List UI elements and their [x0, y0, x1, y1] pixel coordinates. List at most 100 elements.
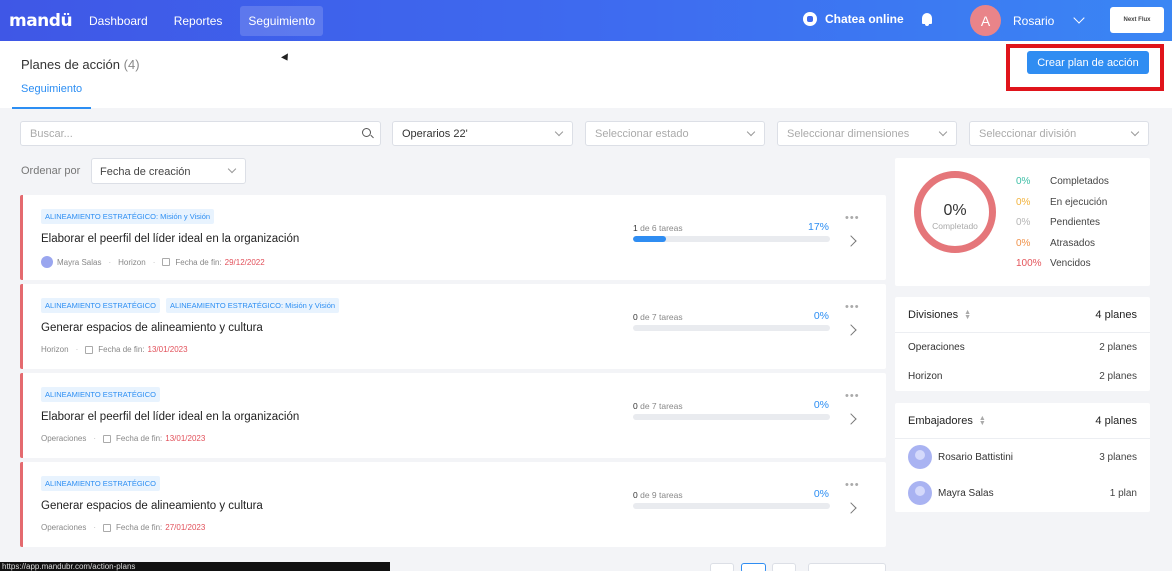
brand-logo[interactable]: mandü	[9, 11, 81, 31]
tag: ALINEAMIENTO ESTRATÉGICO	[41, 298, 160, 313]
chevron-right-icon[interactable]	[845, 324, 857, 336]
divisions-title: Divisiones	[908, 308, 959, 321]
nav-seguimiento[interactable]: Seguimiento	[240, 5, 324, 36]
completion-donut: 0% Completado	[914, 171, 996, 253]
tag: ALINEAMIENTO ESTRATÉGICO: Misión y Visió…	[41, 209, 215, 224]
user-name[interactable]: Rosario	[1013, 14, 1054, 28]
legend-row: 0% En ejecución	[1016, 197, 1109, 218]
dimension-select[interactable]: Seleccionar dimensiones	[777, 121, 957, 146]
chevron-right-icon[interactable]	[845, 235, 857, 247]
chevron-down-icon[interactable]	[1073, 12, 1085, 24]
due-label: Fecha de fin:	[98, 345, 145, 354]
tasks-done: 0	[633, 490, 638, 500]
company-logo-button[interactable]: Next Flux	[1110, 7, 1164, 33]
link-status-bar: https://app.mandubr.com/action-plans	[0, 562, 390, 571]
plan-card[interactable]: ALINEAMIENTO ESTRATÉGICO Generar espacio…	[20, 462, 886, 547]
avatar	[41, 256, 53, 268]
sort-select[interactable]: Fecha de creación	[91, 158, 246, 184]
legend-row: 0% Pendientes	[1016, 217, 1109, 238]
division-select[interactable]: Seleccionar división	[969, 121, 1149, 146]
progress-percent: 0%	[813, 310, 829, 322]
tab-seguimiento[interactable]: Seguimiento	[12, 83, 92, 109]
due-label: Fecha de fin:	[116, 434, 163, 443]
bell-icon[interactable]	[922, 13, 932, 26]
division-name: Operaciones	[908, 342, 965, 353]
user-avatar[interactable]: A	[970, 5, 1001, 36]
sort-icon[interactable]: ▲ ▼	[979, 415, 986, 427]
plan-card[interactable]: ALINEAMIENTO ESTRATÉGICO: Misión y Visió…	[20, 195, 886, 280]
plan-card[interactable]: ALINEAMIENTO ESTRATÉGICO ALINEAMIENTO ES…	[20, 284, 886, 369]
chevron-right-icon[interactable]	[845, 413, 857, 425]
page-header: Planes de acción (4) Seguimiento Crear p…	[0, 41, 1172, 109]
tag-list: ALINEAMIENTO ESTRATÉGICO	[41, 476, 160, 491]
pagination-page[interactable]	[741, 563, 766, 571]
tag-list: ALINEAMIENTO ESTRATÉGICO ALINEAMIENTO ES…	[41, 298, 340, 313]
legend-label: Pendientes	[1050, 217, 1101, 228]
legend-value: 100%	[1016, 258, 1042, 269]
ambassador-name: Mayra Salas	[938, 487, 994, 499]
due-date: 13/01/2023	[165, 434, 206, 443]
more-options-icon[interactable]: •••	[845, 212, 860, 224]
tag: ALINEAMIENTO ESTRATÉGICO: Misión y Visió…	[166, 298, 340, 313]
progress-bar	[633, 325, 830, 331]
division-select-placeholder: Seleccionar división	[979, 128, 1077, 140]
ambassador-name: Rosario Battistini	[938, 451, 1014, 463]
progress-percent: 0%	[813, 488, 829, 500]
pagination-next[interactable]	[772, 563, 796, 571]
division-count: 2 planes	[1099, 342, 1137, 353]
legend-value: 0%	[1016, 237, 1031, 249]
plan-title[interactable]: Elaborar el peerfil del líder ideal en l…	[41, 233, 299, 245]
search-placeholder: Buscar...	[30, 128, 73, 140]
state-select[interactable]: Seleccionar estado	[585, 121, 765, 146]
task-count: 0 de 7 tareas	[633, 401, 683, 411]
list-item: Rosario Battistini 3 planes	[895, 439, 1150, 475]
legend-row: 100% Vencidos	[1016, 258, 1109, 279]
nav-reportes[interactable]: Reportes	[166, 6, 231, 36]
due-date: 29/12/2022	[224, 257, 265, 267]
completion-percent: 0%	[943, 202, 967, 219]
chat-icon	[803, 12, 817, 26]
more-options-icon[interactable]: •••	[845, 301, 860, 313]
task-count: 0 de 7 tareas	[633, 312, 683, 322]
legend-value: 0%	[1016, 176, 1031, 187]
chevron-down-icon	[554, 127, 564, 137]
more-options-icon[interactable]: •••	[845, 479, 860, 491]
search-icon[interactable]	[362, 128, 371, 137]
division-count: 2 planes	[1099, 371, 1137, 382]
tasks-total: de 7 tareas	[640, 401, 683, 411]
chat-label: Chatea online	[825, 12, 904, 26]
nav-dashboard[interactable]: Dashboard	[81, 6, 156, 36]
ambassadors-total: 4 planes	[1095, 414, 1137, 427]
page-size-select[interactable]	[808, 563, 886, 571]
page-title: Planes de acción (4)	[21, 57, 140, 72]
progress-percent: 17%	[807, 221, 829, 233]
plan-count: (4)	[123, 57, 140, 72]
sort-icon[interactable]: ▲ ▼	[964, 309, 971, 321]
tag-list: ALINEAMIENTO ESTRATÉGICO	[41, 387, 160, 402]
top-navbar: mandü Dashboard Reportes Seguimiento Cha…	[0, 0, 1172, 41]
chevron-right-icon[interactable]	[845, 502, 857, 514]
completion-label: Completado	[932, 221, 978, 231]
legend-label: En ejecución	[1050, 196, 1108, 208]
mouse-cursor-icon	[281, 53, 291, 63]
chevron-down-icon	[227, 164, 237, 174]
chevron-down-icon	[746, 127, 756, 137]
more-options-icon[interactable]: •••	[845, 390, 860, 402]
ambassadors-header[interactable]: Embajadores ▲ ▼ 4 planes	[895, 403, 1150, 439]
plan-card[interactable]: ALINEAMIENTO ESTRATÉGICO Elaborar el pee…	[20, 373, 886, 458]
divisions-panel: Divisiones ▲ ▼ 4 planes Operaciones 2 plan…	[895, 297, 1150, 391]
group-select[interactable]: Operarios 22'	[392, 121, 573, 146]
plan-owner: Mayra Salas	[57, 257, 102, 267]
tag: ALINEAMIENTO ESTRATÉGICO	[41, 476, 160, 491]
tag: ALINEAMIENTO ESTRATÉGICO	[41, 387, 160, 402]
pagination-prev[interactable]	[710, 563, 734, 571]
plan-title[interactable]: Generar espacios de alineamiento y cultu…	[41, 500, 263, 512]
avatar	[908, 445, 932, 469]
divisions-header[interactable]: Divisiones ▲ ▼ 4 planes	[895, 297, 1150, 333]
search-input[interactable]: Buscar...	[20, 121, 381, 146]
chat-online-button[interactable]: Chatea online	[803, 12, 904, 26]
plan-title[interactable]: Generar espacios de alineamiento y cultu…	[41, 322, 263, 334]
calendar-icon	[162, 258, 171, 266]
progress-bar	[633, 503, 830, 509]
plan-title[interactable]: Elaborar el peerfil del líder ideal en l…	[41, 411, 299, 423]
